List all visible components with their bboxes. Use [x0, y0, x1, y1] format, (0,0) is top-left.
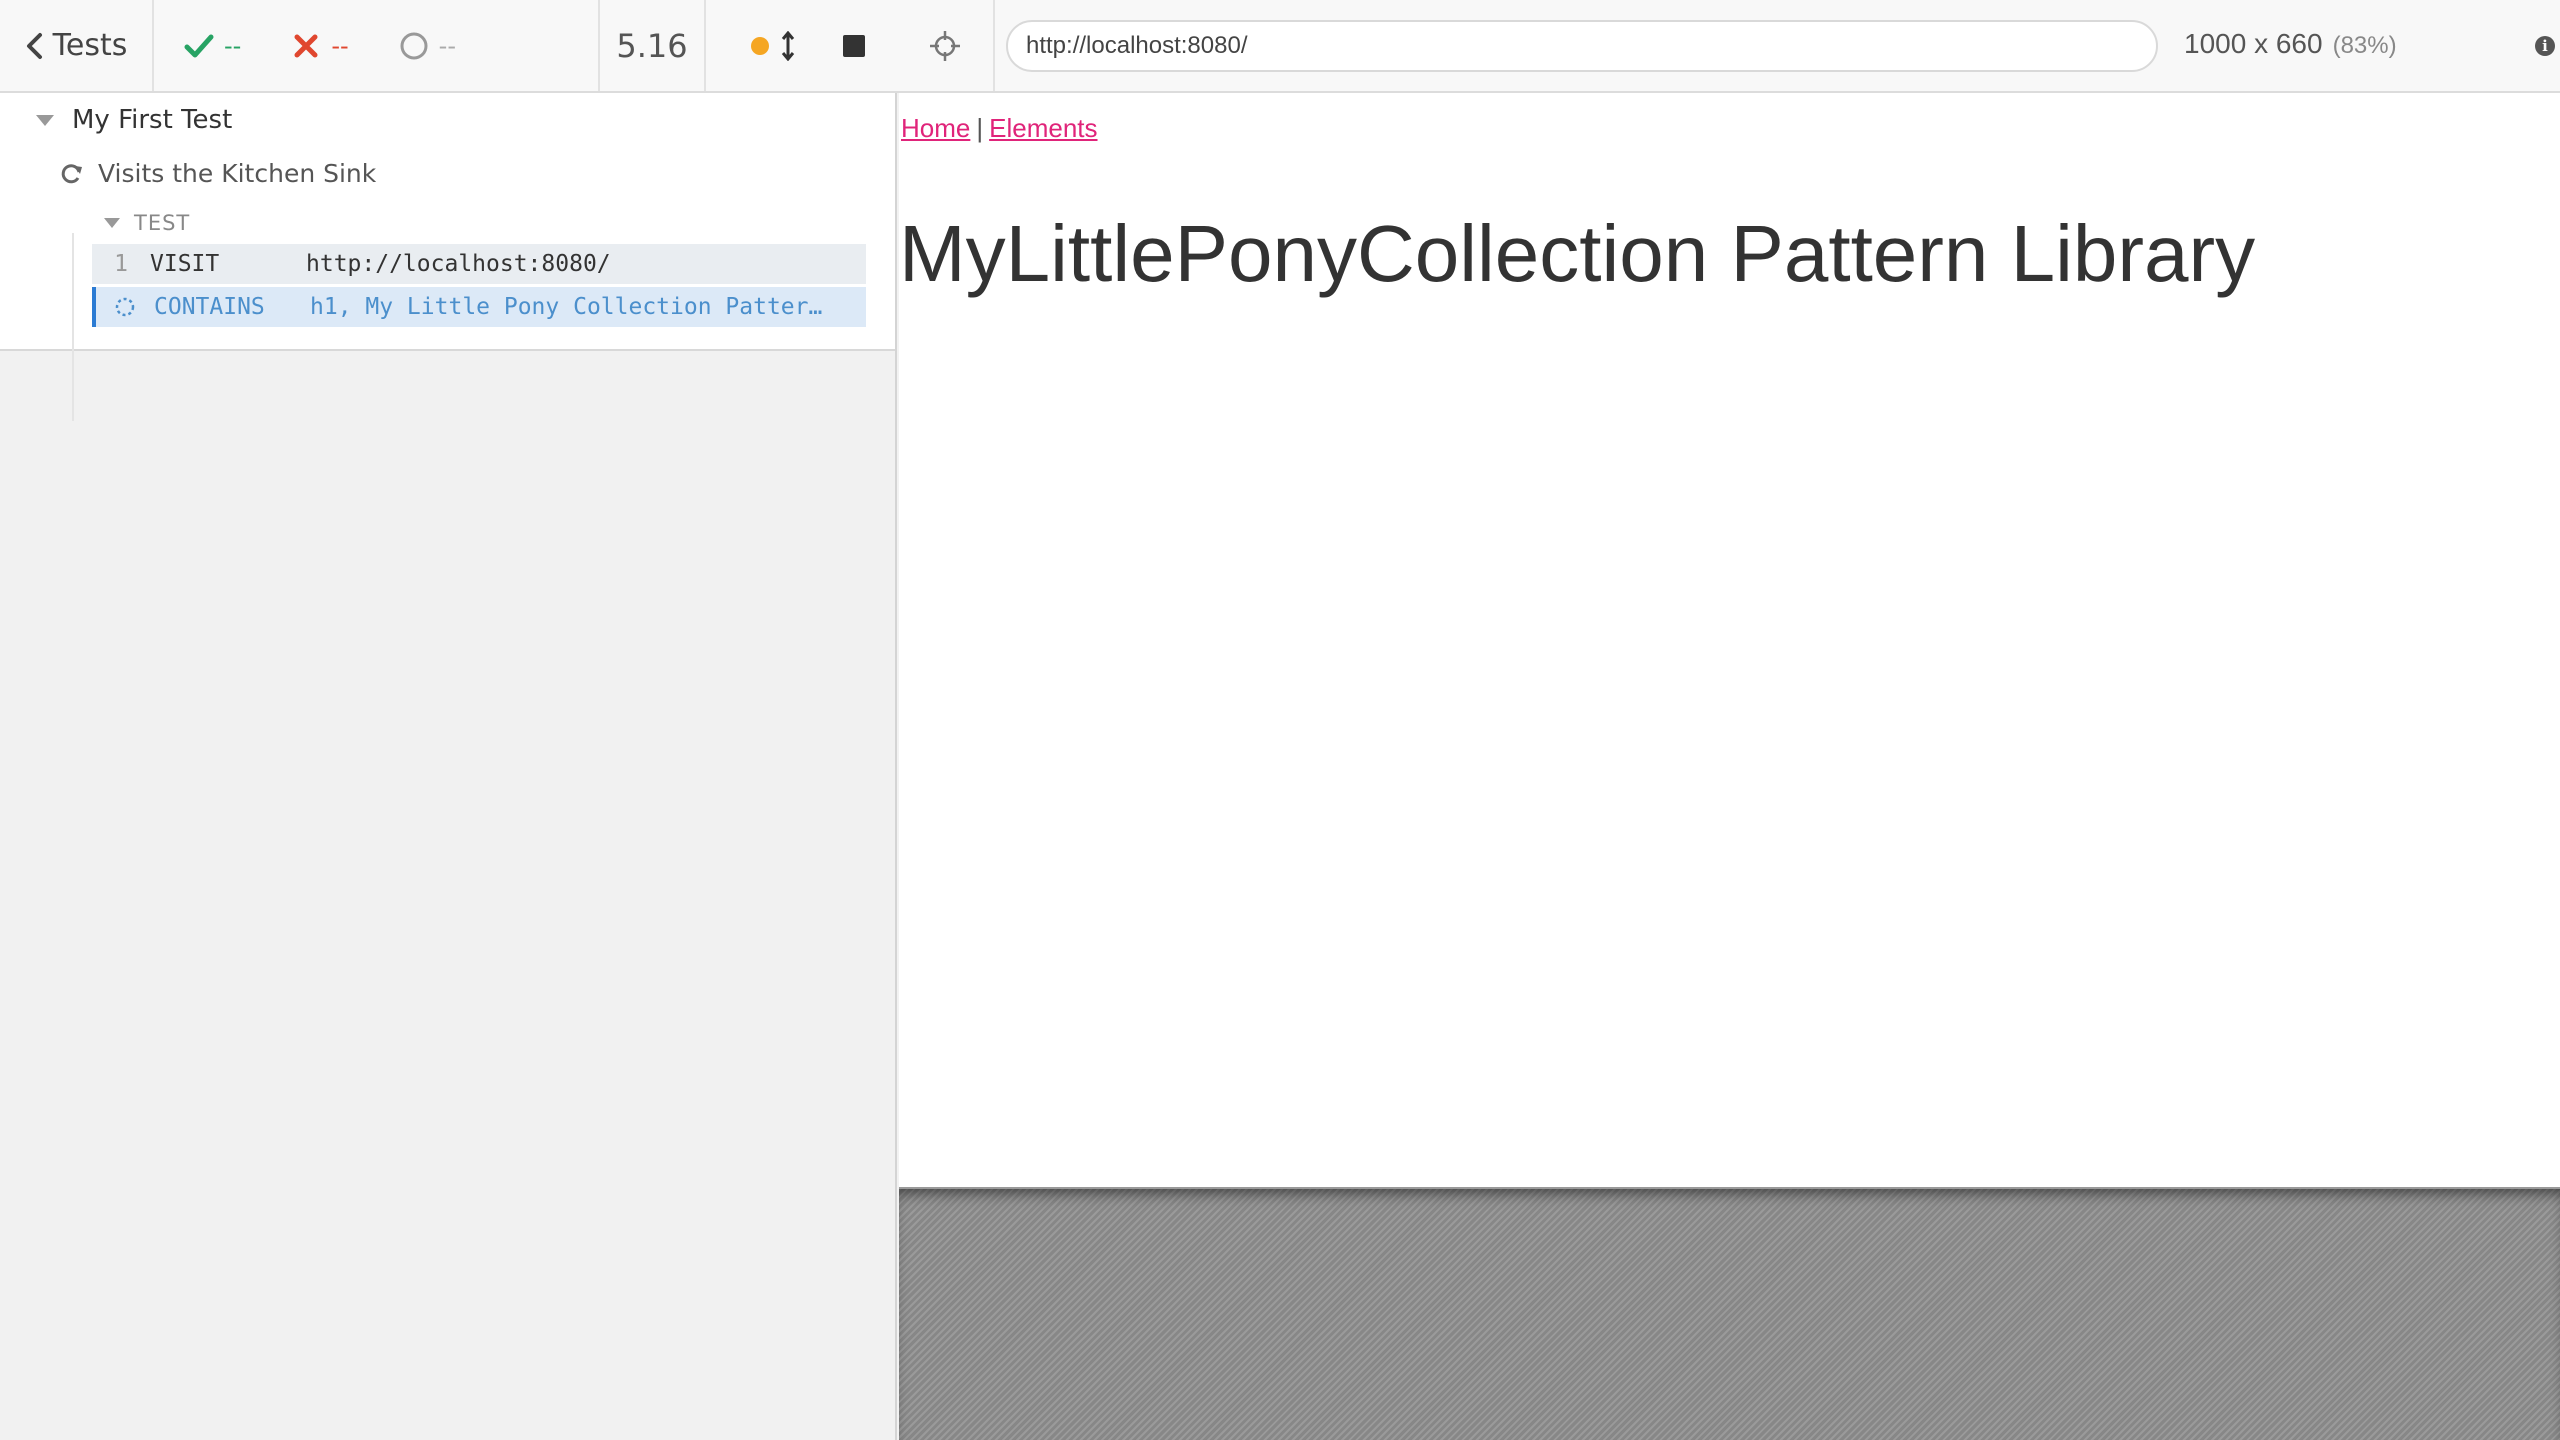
command-name: VISIT — [150, 251, 220, 277]
spinner-icon — [96, 295, 154, 319]
app-under-test-frame: Home | Elements MyLittlePonyCollection Pat… — [899, 93, 2560, 1189]
viewport-scale: (83%) — [2332, 32, 2397, 59]
command-row-active[interactable]: CONTAINS h1, My Little Pony Collection P… — [92, 287, 866, 327]
group-label: TEST — [134, 211, 191, 235]
pending-count: -- — [438, 31, 456, 60]
info-icon[interactable]: i — [2535, 36, 2555, 56]
viewport-size: 1000 x 660 — [2184, 28, 2323, 59]
test-stats: -- -- -- — [154, 0, 598, 91]
stop-icon[interactable] — [843, 34, 865, 57]
url-bar[interactable]: http://localhost:8080/ — [1006, 20, 2158, 72]
command-group-header[interactable]: TEST — [104, 211, 190, 235]
nav-link-elements[interactable]: Elements — [989, 113, 1097, 143]
auto-scroll-toggle[interactable] — [751, 30, 795, 61]
command-number: 1 — [114, 251, 128, 277]
nav-separator: | — [976, 113, 984, 143]
check-icon — [184, 34, 214, 57]
command-name: CONTAINS — [154, 294, 265, 320]
test-title: Visits the Kitchen Sink — [98, 159, 377, 188]
running-indicator-icon — [751, 36, 769, 55]
app-nav: Home | Elements — [901, 113, 1098, 144]
run-duration: 5.16 — [598, 0, 706, 91]
pending-stat: -- — [397, 29, 456, 63]
suite-title: My First Test — [72, 105, 233, 135]
circle-icon — [400, 32, 428, 59]
back-to-tests-button[interactable]: Tests — [0, 0, 154, 91]
test-item[interactable]: Visits the Kitchen Sink — [58, 159, 376, 188]
failed-count: -- — [331, 31, 349, 60]
passed-count: -- — [224, 31, 242, 60]
x-icon — [294, 34, 318, 57]
aut-background — [899, 1189, 2560, 1440]
aut-header: http://localhost:8080/ 1000 x 660 (83%) … — [897, 0, 2560, 93]
test-runnables: My First Test Visits the Kitchen Sink TE… — [0, 93, 895, 421]
crosshair-icon — [930, 30, 960, 61]
collapse-caret-icon — [36, 114, 54, 126]
passed-stat: -- — [182, 29, 241, 63]
suite-item[interactable]: My First Test — [36, 105, 232, 135]
resize-arrow-icon — [781, 30, 795, 61]
viewport-info: 1000 x 660 (83%) — [2184, 28, 2397, 60]
page-title: MyLittlePonyCollection Pattern Library — [899, 209, 2256, 298]
refresh-icon — [61, 163, 82, 183]
collapse-caret-icon — [104, 218, 120, 228]
failed-stat: -- — [289, 29, 349, 63]
command-message: h1, My Little Pony Collection Patter… — [310, 294, 823, 320]
command-message: http://localhost:8080/ — [306, 251, 611, 277]
hook-divider — [72, 233, 74, 421]
reporter-header: Tests -- -- -- 5.16 — [0, 0, 897, 93]
nav-link-home[interactable]: Home — [901, 113, 970, 143]
reporter-panel: Tests -- -- -- 5.16 My First Test Visits… — [0, 0, 897, 1440]
chevron-left-icon — [26, 32, 42, 59]
selector-playground-button[interactable] — [897, 0, 995, 91]
run-controls — [706, 0, 897, 91]
command-row[interactable]: 1 VISIT http://localhost:8080/ — [92, 244, 866, 284]
back-label: Tests — [52, 28, 128, 63]
